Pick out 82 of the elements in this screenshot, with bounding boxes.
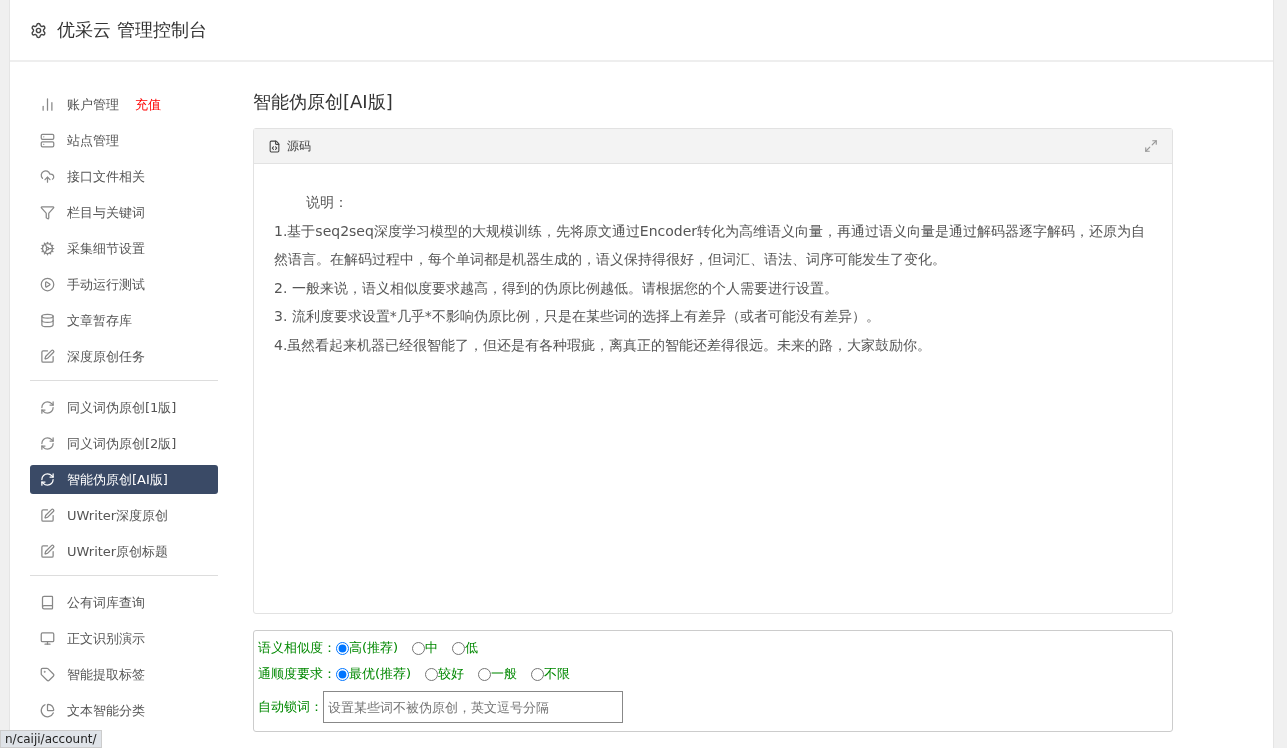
sidebar-item[interactable]: 手动运行测试 [30,270,218,299]
gear-icon [40,241,55,256]
sidebar-label: 手动运行测试 [67,275,145,294]
pie-chart-icon [40,703,55,718]
radio-button[interactable] [336,667,349,681]
sidebar-label: 账户管理 [67,95,119,114]
sidebar-item[interactable]: 同义词伪原创[2版] [30,429,218,458]
page-title: 智能伪原创[AI版] [253,90,394,114]
input-field[interactable]: 设置某些词不被伪原创，英文逗号分隔 [323,691,623,723]
sidebar-label: 采集细节设置 [67,239,145,258]
sidebar-item[interactable]: 深度原创任务 [30,342,218,371]
sidebar-item[interactable]: UWriter原创标题 [30,537,218,566]
sidebar-item[interactable]: 文章暂存库 [30,306,218,335]
sidebar-item[interactable]: 智能提取标签 [30,660,218,689]
sidebar-label: 同义词伪原创[2版] [67,434,177,453]
radio-button[interactable] [336,641,349,655]
description-text: 4.虽然看起来机器已经很智能了，但还是有各种瑕疵，离真正的智能还差得很远。未来的路，大家鼓励你。 [274,335,933,355]
edit-icon [40,349,55,364]
radio-button[interactable] [531,667,545,681]
status-url: n/caiji/account/ [0,730,102,748]
description-text: 说明： [305,193,349,212]
sidebar-item[interactable]: 账户管理 充值 [30,90,218,119]
source-tab[interactable]: 源码 [268,137,311,155]
refresh-icon [40,436,55,451]
sidebar-label: 智能伪原创[AI版] [67,470,168,489]
radio-label[interactable]: 最优(推荐) [349,665,412,683]
radio-label[interactable]: 中 [425,639,439,657]
sidebar-item[interactable]: UWriter深度原创 [30,501,218,530]
sidebar-item[interactable]: 正文识别演示 [30,624,218,653]
book-icon [40,595,55,610]
sidebar-label: 智能提取标签 [67,665,145,684]
radio-label[interactable]: 高(推荐) [349,639,399,657]
cloud-upload-icon [40,169,55,184]
sidebar-label: 正文识别演示 [67,629,145,648]
sidebar-item[interactable]: 同义词伪原创[1版] [30,393,218,422]
sidebar-item[interactable]: 接口文件相关 [30,162,218,191]
radio-label[interactable]: 低 [465,639,479,657]
radio-button[interactable] [478,667,492,681]
sidebar-label: 深度原创任务 [67,347,145,366]
tag-icon [40,667,55,682]
sidebar-label: 接口文件相关 [67,167,145,186]
sidebar-item[interactable]: 站点管理 [30,126,218,155]
sidebar-label: 站点管理 [67,131,119,150]
radio-button[interactable] [452,641,466,655]
sidebar-label: 栏目与关键词 [67,203,145,222]
sidebar-item[interactable]: 智能伪原创[AI版] [30,465,218,494]
radio-button[interactable] [425,667,439,681]
fullscreen-icon[interactable] [1144,139,1158,153]
description-text: 2. 一般来说，语义相似度要求越高，得到的伪原比例越低。请根据您的个人需要进行设置。 [274,278,839,298]
radio-button[interactable] [412,641,426,655]
play-icon [40,277,55,292]
sidebar-item[interactable]: 栏目与关键词 [30,198,218,227]
filter-icon [40,205,55,220]
radio-label[interactable]: 不限 [544,665,571,683]
sidebar-item[interactable]: 采集细节设置 [30,234,218,263]
refresh-icon [40,472,55,487]
sidebar-label: 文章暂存库 [67,311,132,330]
bar-chart-icon [40,97,55,112]
sidebar-item[interactable]: 文本智能分类 [30,696,218,725]
option-label: 通顺度要求： [258,665,336,683]
radio-label[interactable]: 较好 [438,665,465,683]
radio-label[interactable]: 一般 [491,665,518,683]
sidebar-item[interactable]: 公有词库查询 [30,588,218,617]
option-label: 自动锁词： [258,698,323,716]
edit-icon [40,508,55,523]
sidebar-label: UWriter原创标题 [67,542,169,561]
description-text: 3. 流利度要求设置*几乎*不影响伪原比例，只是在某些词的选择上有差异（或者可能没有差异）。 [274,307,881,326]
sidebar-label: 同义词伪原创[1版] [67,398,177,417]
option-label: 语义相似度： [258,639,336,657]
sidebar-label: 公有词库查询 [67,593,145,612]
refresh-icon [40,400,55,415]
edit-icon [40,544,55,559]
code-file-icon [268,139,281,153]
description-text: 1.基于seq2seq深度学习模型的大规模训练，先将原文通过Encoder转化为高维语义向量，再通过语义向量是通过解码器逐字解码，还原为自然语言。在解码过程中，每个单词都是机器生成的，语义保持得很好，但词汇、语法、词序可能发生了变化。 [274,221,1147,269]
monitor-icon [40,631,55,646]
database-icon [40,313,55,328]
server-icon [40,133,55,148]
recharge-link[interactable]: 充值 [135,95,161,114]
sidebar-label: 文本智能分类 [67,701,145,720]
settings-icon [30,21,47,39]
sidebar-label: UWriter深度原创 [67,506,169,525]
app-title: 优采云 管理控制台 [57,18,207,42]
